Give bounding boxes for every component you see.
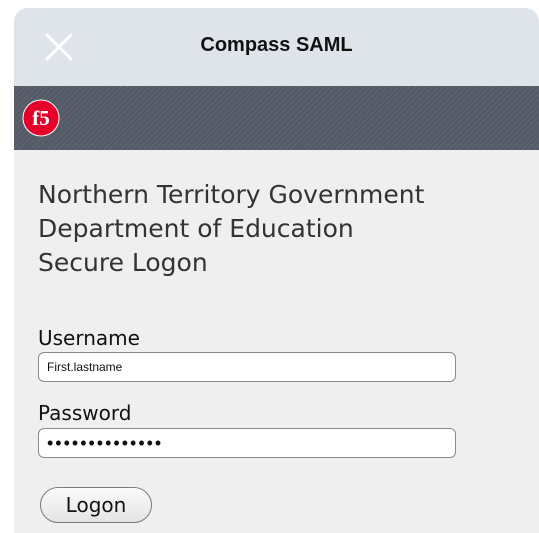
heading-line-organisation: Northern Territory Government [38,180,425,209]
heading-line-department: Department of Education [38,214,354,243]
logon-button[interactable]: Logon [40,487,152,523]
password-label: Password [38,401,132,425]
saml-login-sheet: Compass SAML f5 Northern Territory Gover… [14,8,539,533]
navigation-bar: Compass SAML [14,8,539,86]
page-heading: Northern Territory Government Department… [38,178,518,280]
f5-logo: f5 [22,99,60,137]
heading-line-secure-logon: Secure Logon [38,248,208,277]
f5-logo-text: f5 [32,106,50,130]
username-input[interactable] [38,352,456,382]
password-input[interactable] [38,428,456,458]
login-heading-block: Northern Territory Government Department… [38,178,518,280]
f5-banner: f5 [14,86,539,150]
username-label: Username [38,326,140,350]
nav-title: Compass SAML [200,34,353,56]
